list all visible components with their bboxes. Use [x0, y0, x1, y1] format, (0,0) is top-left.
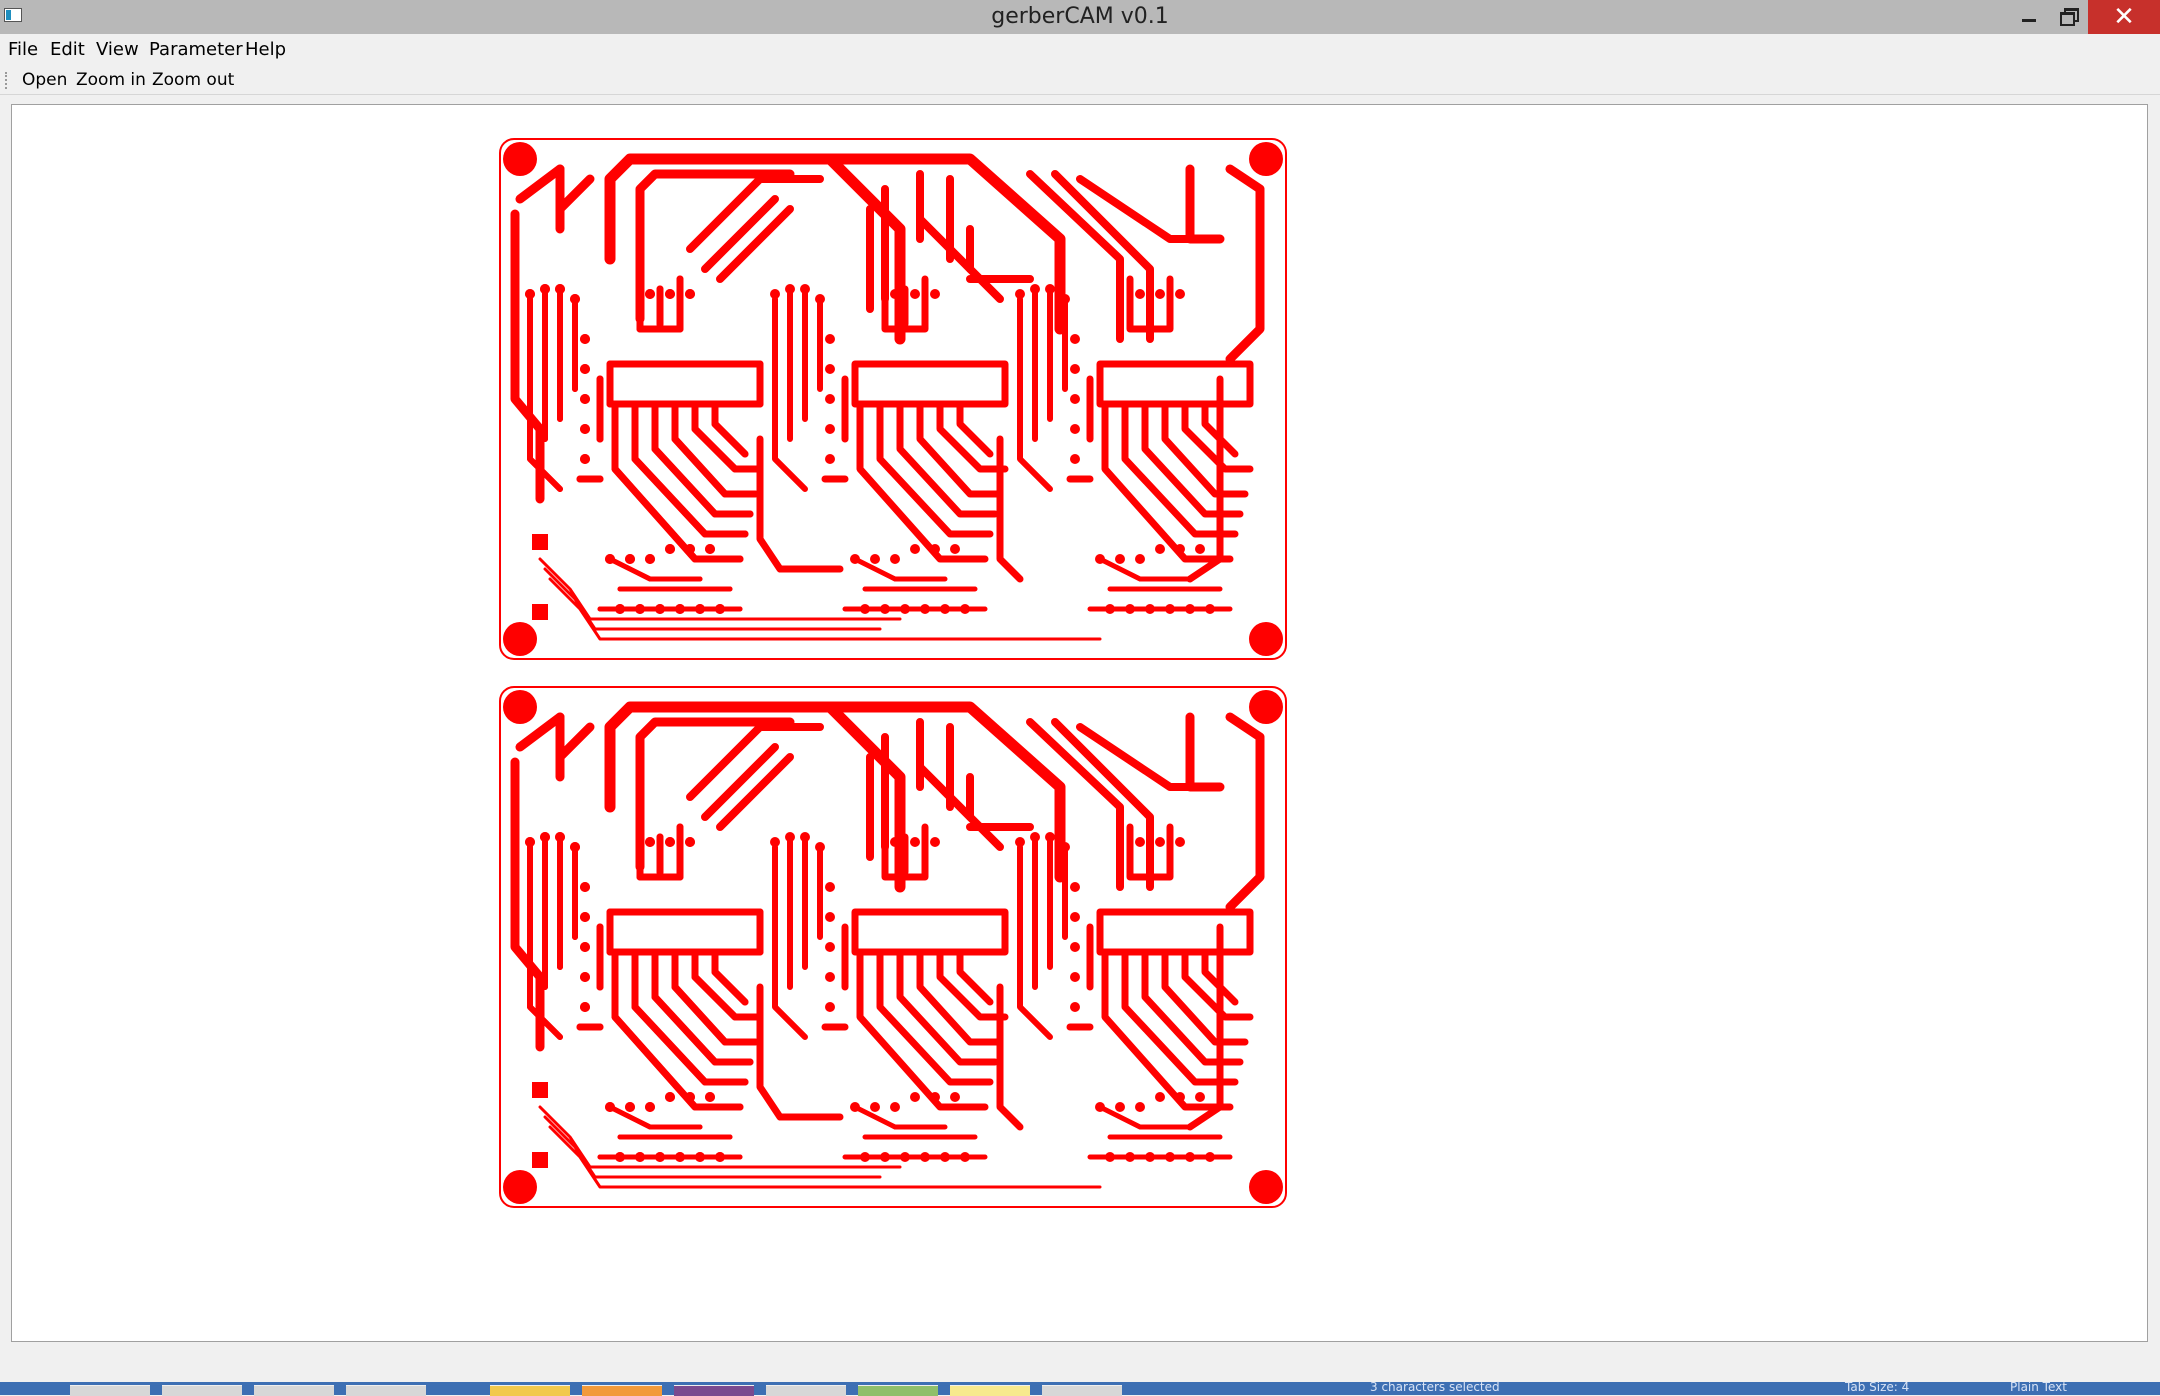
taskbar-app-1-icon[interactable] — [70, 1385, 150, 1396]
taskbar-app-4-icon[interactable] — [346, 1385, 426, 1396]
status-tab-size: Tab Size: 4 — [1845, 1380, 1910, 1394]
taskbar-app-11-icon[interactable] — [1042, 1385, 1122, 1396]
menu-file[interactable]: File — [8, 34, 38, 66]
status-selection: 3 characters selected — [1370, 1380, 1500, 1394]
window-title: gerberCAM v0.1 — [991, 4, 1169, 29]
taskbar-app-3-icon[interactable] — [254, 1385, 334, 1396]
pcb-board-bottom — [500, 687, 1286, 1207]
zoom-out-button[interactable]: Zoom out — [152, 66, 234, 94]
gerber-canvas[interactable] — [11, 104, 2148, 1342]
taskbar-app-9-icon[interactable] — [858, 1385, 938, 1396]
pcb-board-top — [500, 139, 1286, 659]
close-button[interactable]: ✕ — [2088, 0, 2160, 34]
menu-parameter[interactable]: Parameter — [149, 34, 243, 66]
restore-button[interactable] — [2050, 0, 2086, 34]
toolbar: Open Zoom in Zoom out — [0, 66, 2160, 95]
open-button[interactable]: Open — [22, 66, 67, 94]
taskbar-app-8-icon[interactable] — [766, 1385, 846, 1396]
title-bar: gerberCAM v0.1 ✕ — [0, 0, 2160, 34]
toolbar-grip[interactable] — [5, 72, 9, 89]
taskbar-app-7-icon[interactable] — [674, 1385, 754, 1396]
minimize-button[interactable] — [2010, 0, 2046, 34]
taskbar-app-10-icon[interactable] — [950, 1385, 1030, 1396]
taskbar-app-5-icon[interactable] — [490, 1385, 570, 1396]
pcb-preview — [12, 105, 2147, 1341]
menu-view[interactable]: View — [96, 34, 139, 66]
taskbar-app-6-icon[interactable] — [582, 1385, 662, 1396]
menu-bar: File Edit View Parameter Help — [0, 34, 2160, 66]
menu-edit[interactable]: Edit — [50, 34, 85, 66]
taskbar-app-2-icon[interactable] — [162, 1385, 242, 1396]
zoom-in-button[interactable]: Zoom in — [76, 66, 146, 94]
menu-help[interactable]: Help — [245, 34, 286, 66]
status-mode: Plain Text — [2010, 1380, 2067, 1394]
